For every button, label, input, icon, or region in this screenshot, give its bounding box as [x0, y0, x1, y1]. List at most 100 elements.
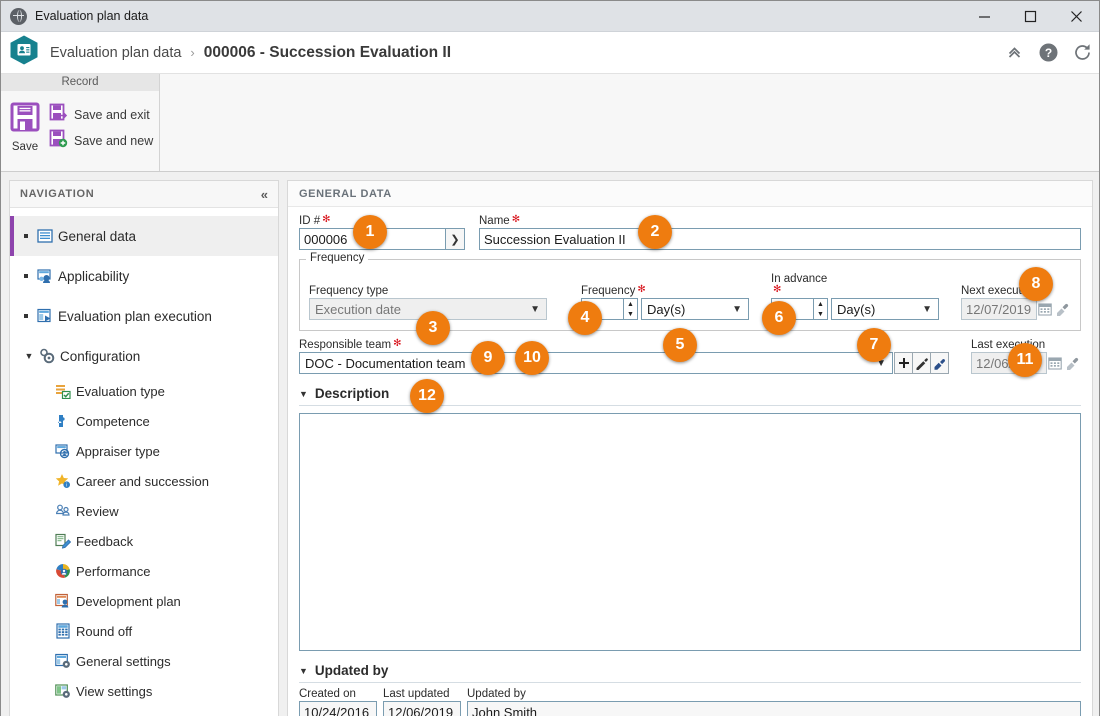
- frequency-spin-up[interactable]: ▲: [624, 299, 637, 309]
- save-button[interactable]: Save: [1, 95, 49, 171]
- save-and-exit-icon: [49, 103, 68, 127]
- in-advance-spin-down[interactable]: ▼: [814, 309, 827, 319]
- close-button[interactable]: [1053, 1, 1099, 32]
- module-badge-icon: [10, 35, 38, 70]
- chevron-down-icon[interactable]: ▼: [299, 389, 308, 399]
- sidebar-item-development-plan[interactable]: Development plan: [10, 586, 278, 616]
- in-advance-spin-up[interactable]: ▲: [814, 299, 827, 309]
- svg-text:?: ?: [1044, 46, 1051, 60]
- save-and-exit-button[interactable]: Save and exit: [49, 102, 153, 128]
- name-input[interactable]: Succession Evaluation II: [479, 228, 1081, 250]
- next-execution-input[interactable]: 12/07/2019: [961, 298, 1037, 320]
- clear-icon[interactable]: [930, 352, 949, 374]
- frequency-legend: Frequency: [306, 252, 369, 264]
- navigation-collapse-icon[interactable]: «: [261, 187, 268, 202]
- performance-icon: [54, 562, 72, 580]
- appraiser-type-icon: [54, 442, 72, 460]
- clear-icon[interactable]: [1064, 352, 1081, 374]
- sidebar-item-applicability[interactable]: Applicability: [10, 256, 278, 296]
- sidebar-item-label: Competence: [76, 413, 150, 429]
- chevron-down-icon[interactable]: ▼: [299, 666, 308, 676]
- sidebar-item-competence[interactable]: Competence: [10, 406, 278, 436]
- navigation-list: General data Applicability Evaluation pl…: [10, 208, 278, 706]
- sidebar-item-view-settings[interactable]: View settings: [10, 676, 278, 706]
- chevron-down-icon[interactable]: ▼: [24, 351, 34, 361]
- save-icon: [9, 101, 41, 138]
- sidebar-item-general-data[interactable]: General data: [10, 216, 278, 256]
- id-navigate-button[interactable]: ❯: [445, 228, 465, 250]
- configuration-icon: [38, 347, 56, 365]
- frequency-unit-value: Day(s): [647, 301, 686, 317]
- responsible-team-select[interactable]: DOC - Documentation team ▼: [299, 352, 893, 374]
- competence-icon: [54, 412, 72, 430]
- in-advance-unit-value: Day(s): [837, 301, 876, 317]
- sidebar-item-label: Configuration: [60, 348, 141, 364]
- in-advance-unit-select[interactable]: Day(s) ▼: [831, 298, 939, 320]
- help-icon[interactable]: ?: [1031, 32, 1065, 74]
- sidebar-item-review[interactable]: Review: [10, 496, 278, 526]
- sidebar-item-label: Evaluation type: [76, 383, 165, 399]
- minimize-button[interactable]: [961, 1, 1007, 32]
- breadcrumb-root[interactable]: Evaluation plan data: [50, 45, 181, 61]
- sidebar-item-label: Evaluation plan execution: [58, 308, 212, 324]
- sidebar-item-label: Applicability: [58, 268, 130, 284]
- calendar-icon[interactable]: [1047, 352, 1064, 374]
- responsible-team-label-text: Responsible team: [299, 339, 392, 351]
- sidebar-item-configuration[interactable]: ▼ Configuration: [10, 336, 278, 376]
- clear-icon[interactable]: [1054, 298, 1071, 320]
- save-and-exit-label: Save and exit: [74, 108, 150, 122]
- id-label-text: ID #: [299, 215, 321, 227]
- sidebar-item-evaluation-plan-execution[interactable]: Evaluation plan execution: [10, 296, 278, 336]
- sidebar-item-label: Development plan: [76, 593, 181, 609]
- sidebar-item-feedback[interactable]: Feedback: [10, 526, 278, 556]
- updated-by-value: John Smith: [467, 701, 1081, 716]
- ribbon-small-buttons: Save and exit Save and new: [49, 95, 153, 171]
- review-icon: [54, 502, 72, 520]
- required-marker: ✻: [511, 214, 520, 225]
- add-icon[interactable]: [894, 352, 913, 374]
- updated-by-section-header[interactable]: ▼ Updated by: [299, 663, 1081, 683]
- frequency-row: Frequency type Execution date ▼ Frequenc…: [309, 264, 1071, 320]
- general-data-form: ID # ✻ 000006 ❯ Name ✻ Succession Evaluati…: [288, 207, 1092, 716]
- description-section-title: Description: [314, 386, 390, 401]
- save-and-new-button[interactable]: Save and new: [49, 128, 153, 154]
- required-marker: ✻: [773, 284, 781, 295]
- sidebar-item-round-off[interactable]: Round off: [10, 616, 278, 646]
- ribbon-group-record: Record Save Save and exit Save and new: [1, 74, 160, 171]
- bullet-icon: [24, 234, 28, 238]
- responsible-team-actions: [894, 352, 949, 374]
- frequency-spin-buttons: ▲ ▼: [623, 298, 638, 320]
- frequency-spin-down[interactable]: ▼: [624, 309, 637, 319]
- breadcrumb-separator: ›: [190, 45, 195, 60]
- sidebar-item-label: Feedback: [76, 533, 134, 549]
- calendar-icon[interactable]: [1037, 298, 1054, 320]
- bullet-icon: [24, 314, 28, 318]
- frequency-type-label: Frequency type: [309, 285, 389, 297]
- sidebar-item-label: General settings: [76, 653, 171, 669]
- description-textarea[interactable]: [299, 413, 1081, 651]
- next-execution-group: Next execution 12/07/2019: [961, 285, 1071, 320]
- save-and-new-icon: [49, 129, 68, 153]
- callout-badge-4: 4: [568, 301, 602, 335]
- sidebar-item-career-and-succession[interactable]: i Career and succession: [10, 466, 278, 496]
- frequency-unit-select[interactable]: Day(s) ▼: [641, 298, 749, 320]
- next-execution-label: Next execution: [961, 285, 1038, 297]
- edit-icon[interactable]: [912, 352, 931, 374]
- callout-badge-2: 2: [638, 215, 672, 249]
- frequency-controls: 1 ▲ ▼ Day(s) ▼: [581, 298, 749, 320]
- name-label-text: Name: [479, 215, 510, 227]
- save-button-label: Save: [11, 141, 39, 153]
- sidebar-item-appraiser-type[interactable]: Appraiser type: [10, 436, 278, 466]
- career-succession-icon: i: [54, 472, 72, 490]
- refresh-icon[interactable]: [1065, 32, 1099, 74]
- last-updated-label: Last updated: [383, 688, 450, 700]
- ribbon-toolbar: Record Save Save and exit Save and new: [1, 74, 1099, 172]
- general-data-panel: GENERAL DATA ID # ✻ 000006 ❯ Name ✻ Succ…: [287, 180, 1093, 716]
- name-field-group: Name ✻ Succession Evaluation II: [479, 215, 1081, 250]
- maximize-button[interactable]: [1007, 1, 1053, 32]
- sidebar-item-general-settings[interactable]: General settings: [10, 646, 278, 676]
- chevron-up-icon[interactable]: [997, 32, 1031, 74]
- sidebar-item-performance[interactable]: Performance: [10, 556, 278, 586]
- sidebar-item-label: General data: [58, 228, 137, 244]
- sidebar-item-evaluation-type[interactable]: Evaluation type: [10, 376, 278, 406]
